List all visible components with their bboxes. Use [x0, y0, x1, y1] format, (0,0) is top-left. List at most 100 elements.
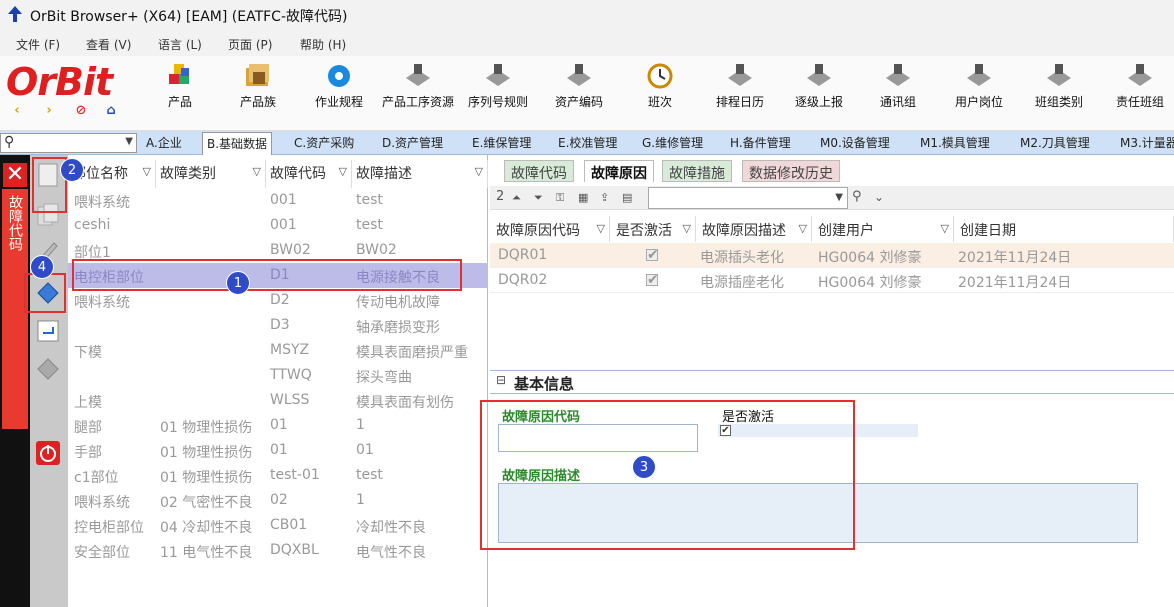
lock-icon[interactable]: ⚿	[556, 191, 564, 205]
menu-file[interactable]: 文件 (F)	[16, 36, 60, 53]
active-checkbox[interactable]: ✔	[646, 248, 659, 262]
delete-icon[interactable]	[34, 355, 62, 383]
toolbar-shift[interactable]: 班次	[630, 60, 690, 128]
menu-page[interactable]: 页面 (P)	[228, 36, 272, 53]
filter-icon[interactable]: ▽	[597, 222, 605, 235]
search-icon[interactable]: ⚲	[852, 189, 862, 204]
undo-icon[interactable]	[34, 317, 62, 345]
tab-mold[interactable]: M1.模具管理	[920, 134, 990, 151]
table-row[interactable]: 腿部 01 物理性损伤 01 1	[68, 413, 488, 438]
table-row[interactable]: 喂料系统 02 气密性不良 02 1	[68, 488, 488, 513]
filter-select[interactable]: ▼	[648, 187, 848, 209]
filter-icon[interactable]: ▽	[339, 165, 347, 178]
filter-icon[interactable]: ▽	[683, 222, 691, 235]
toolbar-product-family[interactable]: 产品族	[228, 60, 288, 128]
grid-header-created-date[interactable]: 创建日期	[954, 216, 1174, 242]
grid-header-code[interactable]: 故障代码 ▽	[266, 160, 352, 188]
menu-view[interactable]: 查看 (V)	[86, 36, 131, 53]
grid-header-creator[interactable]: 创建用户 ▽	[812, 216, 954, 242]
tab-fault-code[interactable]: 故障代码	[504, 160, 574, 182]
section-basic-info[interactable]: ⊟ 基本信息	[490, 370, 1174, 394]
table-cell: BW02	[270, 242, 311, 258]
toolbar-team-type[interactable]: 班组类别	[1028, 60, 1090, 128]
filter-icon[interactable]: ▽	[941, 222, 949, 235]
toolbar-comm-group[interactable]: 通讯组	[866, 60, 930, 128]
table-row[interactable]: ceshi 001 test	[68, 213, 488, 238]
filter-icon[interactable]: ▽	[799, 222, 807, 235]
toolbar-product-process-resource[interactable]: 产品工序资源	[380, 60, 456, 128]
home-icon[interactable]: ⌂	[104, 104, 118, 118]
chevron-down-icon[interactable]: ▼	[125, 136, 133, 147]
exit-power-icon[interactable]	[34, 439, 62, 467]
tab-maintenance[interactable]: E.维保管理	[472, 134, 531, 151]
table-row[interactable]: c1部位 01 物理性损伤 test-01 test	[68, 463, 488, 488]
menu-language[interactable]: 语言 (L)	[158, 36, 202, 53]
table-row[interactable]: 上模 WLSS 模具表面有划伤	[68, 388, 488, 413]
tab-asset-purchase[interactable]: C.资产采购	[294, 134, 354, 151]
tab-repair[interactable]: G.维修管理	[642, 134, 703, 151]
export-icon[interactable]: ⇪	[600, 191, 609, 204]
toolbar-schedule-calendar[interactable]: 排程日历	[706, 60, 774, 128]
toolbar-product[interactable]: 产品	[150, 60, 210, 128]
sort-desc-icon[interactable]: ⏷	[534, 191, 543, 205]
toolbar-responsible-team[interactable]: 责任班组	[1108, 60, 1172, 128]
tab-enterprise[interactable]: A.企业	[146, 134, 182, 151]
tab-basic-data[interactable]: B.基础数据	[202, 132, 273, 155]
sort-asc-icon[interactable]: ⏶	[512, 191, 521, 205]
chevron-down-icon[interactable]: ⌄	[874, 190, 884, 204]
collapse-icon[interactable]: ⊟	[496, 373, 506, 387]
module-tab-bar: ⚲ ▼ A.企业 B.基础数据 C.资产采购 D.资产管理 E.维保管理 E.校…	[0, 131, 1174, 155]
table-cell: 04 冷却性不良	[160, 520, 253, 536]
table-cell: 下模	[74, 345, 102, 361]
tab-metrology[interactable]: M3.计量器	[1120, 134, 1174, 151]
toolbar-work-procedure[interactable]: 作业规程	[304, 60, 374, 128]
table-row[interactable]: 喂料系统 001 test	[68, 188, 488, 213]
columns-icon[interactable]: ▤	[622, 191, 632, 204]
table-row[interactable]: 手部 01 物理性损伤 01 01	[68, 438, 488, 463]
grid-header-desc[interactable]: 故障描述 ▽	[352, 160, 488, 188]
table-row[interactable]: DQR01 ✔ 电源插头老化 HG0064 刘修豪 2021年11月24日	[490, 243, 1174, 268]
table-row[interactable]: 安全部位 11 电气性不良 DQXBL 电气性不良	[68, 538, 488, 563]
table-row[interactable]: D3 轴承磨损变形	[68, 313, 488, 338]
grid-icon[interactable]: ▦	[578, 191, 588, 204]
tab-spare-parts[interactable]: H.备件管理	[730, 134, 791, 151]
tab-equipment[interactable]: M0.设备管理	[820, 134, 890, 151]
active-checkbox[interactable]: ✔	[646, 273, 659, 287]
search-input[interactable]: ⚲ ▼	[0, 133, 137, 153]
title-bar: OrBit Browser+ (X64) [EAM] (EATFC-故障代码)	[0, 0, 1174, 30]
highlight-box-selected-row	[72, 259, 462, 291]
forward-icon[interactable]: ›	[42, 104, 56, 118]
grid-header-category[interactable]: 故障类别 ▽	[156, 160, 266, 188]
filter-icon[interactable]: ▽	[475, 165, 483, 178]
step-badge-1: 1	[226, 271, 250, 295]
toolbar-serial-rule[interactable]: 序列号规则	[462, 60, 534, 128]
table-row[interactable]: 控电柜部位 04 冷却性不良 CB01 冷却性不良	[68, 513, 488, 538]
grid-header-cause-desc[interactable]: 故障原因描述 ▽	[696, 216, 812, 242]
table-row[interactable]: TTWQ 探头弯曲	[68, 363, 488, 388]
filter-icon[interactable]: ▽	[253, 165, 261, 178]
tab-tool[interactable]: M2.刀具管理	[1020, 134, 1090, 151]
table-row[interactable]: DQR02 ✔ 电源插座老化 HG0064 刘修豪 2021年11月24日	[490, 268, 1174, 293]
table-row[interactable]: 下模 MSYZ 模具表面磨损严重	[68, 338, 488, 363]
table-cell: 01 物理性损伤	[160, 445, 253, 461]
grid-header-active[interactable]: 是否激活 ▽	[610, 216, 696, 242]
table-cell: BW02	[356, 242, 397, 258]
back-icon[interactable]: ‹	[10, 104, 24, 118]
toolbar-escalation[interactable]: 逐级上报	[786, 60, 852, 128]
tab-asset-management[interactable]: D.资产管理	[382, 134, 443, 151]
grid-header-cause-code[interactable]: 故障原因代码 ▽	[490, 216, 610, 242]
toolbar-user-post[interactable]: 用户岗位	[946, 60, 1012, 128]
machine-icon	[886, 64, 910, 86]
tab-change-history[interactable]: 数据修改历史	[742, 160, 840, 182]
filter-icon[interactable]: ▽	[143, 165, 151, 178]
table-cell: 01	[270, 442, 288, 458]
toolbar-asset-code[interactable]: 资产编码	[544, 60, 614, 128]
tab-calibration[interactable]: E.校准管理	[558, 134, 617, 151]
fault-code-grid: 部位名称 ▽ 故障类别 ▽ 故障代码 ▽ 故障描述 ▽ 喂料系统 001 test ceshi…	[68, 155, 488, 607]
close-icon[interactable]: ✕	[3, 163, 27, 187]
menu-help[interactable]: 帮助 (H)	[300, 36, 346, 53]
stop-icon[interactable]: ⊘	[74, 104, 88, 118]
tab-fault-cause[interactable]: 故障原因	[584, 160, 654, 182]
table-row[interactable]: 喂料系统 D2 传动电机故障	[68, 288, 488, 313]
tab-fault-measure[interactable]: 故障措施	[662, 160, 732, 182]
